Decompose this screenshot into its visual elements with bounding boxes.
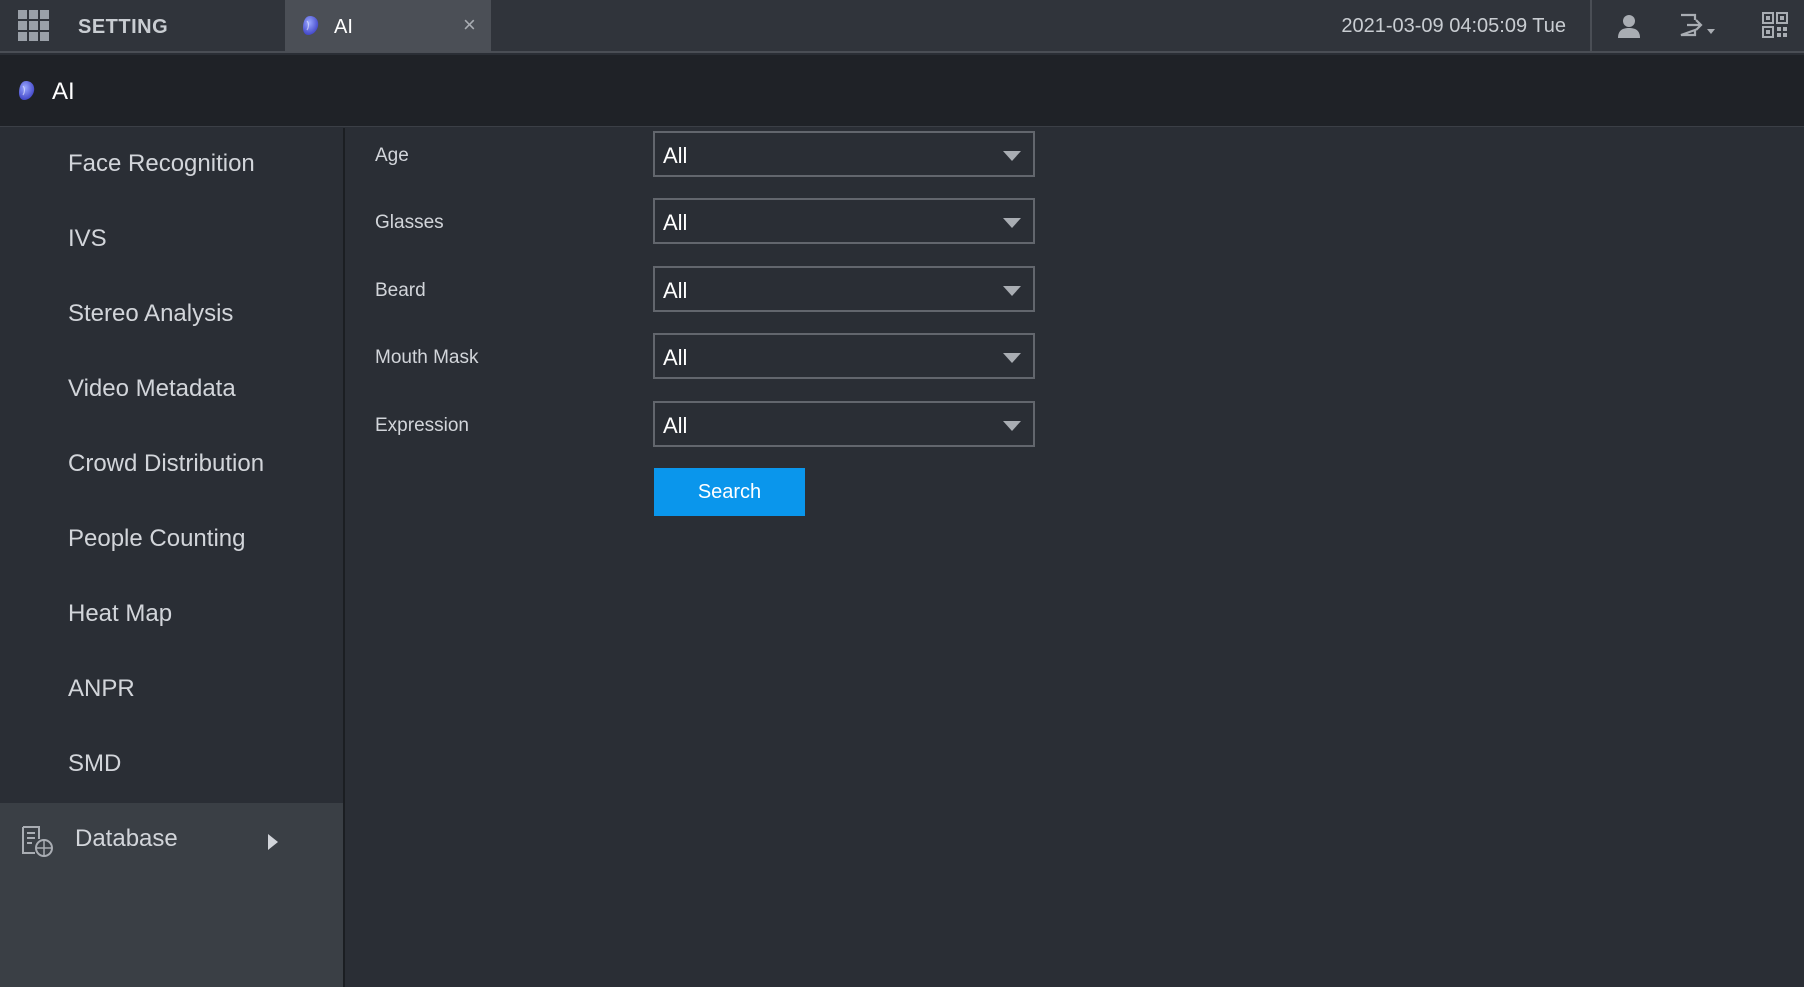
- filter-label: Beard: [375, 280, 426, 301]
- select-value: All: [663, 413, 688, 438]
- select-value: All: [663, 345, 688, 370]
- app-menu-grid-icon[interactable]: [18, 10, 49, 41]
- sidebar-item-label: ANPR: [68, 675, 135, 702]
- close-icon[interactable]: ×: [463, 12, 476, 38]
- chevron-down-icon: [1003, 421, 1021, 431]
- filter-label: Age: [375, 145, 409, 166]
- sidebar-item-people-counting[interactable]: People Counting: [0, 503, 343, 578]
- user-icon[interactable]: [1615, 12, 1643, 45]
- filter-label: Expression: [375, 415, 469, 436]
- tab-ai[interactable]: AI ×: [285, 0, 491, 52]
- sidebar-item-stereo-analysis[interactable]: Stereo Analysis: [0, 278, 343, 353]
- sidebar-item-label: Crowd Distribution: [68, 450, 265, 477]
- beard-select[interactable]: All: [653, 266, 1035, 312]
- chevron-down-icon: [1003, 286, 1021, 296]
- filter-row-glasses: Glasses All: [347, 195, 1047, 244]
- page-header: AI: [0, 55, 1804, 127]
- chevron-down-icon: [1003, 353, 1021, 363]
- system-datetime: 2021-03-09 04:05:09 Tue: [1341, 15, 1566, 37]
- sidebar-item-label: People Counting: [68, 525, 246, 552]
- ai-globe-icon: [300, 15, 320, 42]
- filter-row-expression: Expression All: [347, 398, 1047, 447]
- tab-ai-label: AI: [334, 16, 353, 38]
- sidebar-item-video-metadata[interactable]: Video Metadata: [0, 353, 343, 428]
- filter-row-mouth-mask: Mouth Mask All: [347, 330, 1047, 379]
- sidebar-item-database[interactable]: Database: [0, 803, 343, 987]
- filter-label: Glasses: [375, 212, 444, 233]
- sidebar-item-smd[interactable]: SMD: [0, 728, 343, 803]
- sidebar-item-label: Heat Map: [68, 600, 173, 627]
- qr-code-icon[interactable]: [1762, 12, 1788, 43]
- sidebar-item-crowd-distribution[interactable]: Crowd Distribution: [0, 428, 343, 503]
- filter-label: Mouth Mask: [375, 347, 479, 368]
- page-title: AI: [52, 78, 75, 105]
- logout-icon[interactable]: [1678, 12, 1718, 45]
- sidebar-item-heat-map[interactable]: Heat Map: [0, 578, 343, 653]
- top-bar: SETTING AI × 2021-03-09 04:05:09 Tue: [0, 0, 1804, 53]
- glasses-select[interactable]: All: [653, 198, 1035, 244]
- sidebar-item-ivs[interactable]: IVS: [0, 203, 343, 278]
- select-value: All: [663, 143, 688, 168]
- ai-globe-icon: [16, 80, 36, 107]
- chevron-right-icon: [268, 834, 278, 850]
- filter-panel: Age All Glasses All Beard All Mouth Mask…: [347, 128, 1804, 987]
- sidebar-item-face-recognition[interactable]: Face Recognition: [0, 128, 343, 203]
- filter-row-age: Age All: [347, 128, 1047, 177]
- database-icon: [20, 825, 56, 864]
- chevron-down-icon: [1003, 151, 1021, 161]
- sidebar-item-label: Face Recognition: [68, 150, 255, 177]
- mouth-mask-select[interactable]: All: [653, 333, 1035, 379]
- setting-label[interactable]: SETTING: [78, 16, 168, 39]
- filter-row-beard: Beard All: [347, 263, 1047, 312]
- sidebar: Face Recognition IVS Stereo Analysis Vid…: [0, 128, 345, 987]
- select-value: All: [663, 210, 688, 235]
- sidebar-item-label: SMD: [68, 750, 122, 777]
- select-value: All: [663, 278, 688, 303]
- age-select[interactable]: All: [653, 131, 1035, 177]
- sidebar-item-label: IVS: [68, 225, 107, 252]
- sidebar-item-label: Stereo Analysis: [68, 300, 234, 327]
- sidebar-item-label: Database: [75, 825, 178, 852]
- sidebar-item-anpr[interactable]: ANPR: [0, 653, 343, 728]
- expression-select[interactable]: All: [653, 401, 1035, 447]
- search-button[interactable]: Search: [654, 468, 805, 516]
- divider: [1590, 0, 1592, 52]
- sidebar-item-label: Video Metadata: [68, 375, 236, 402]
- chevron-down-icon: [1003, 218, 1021, 228]
